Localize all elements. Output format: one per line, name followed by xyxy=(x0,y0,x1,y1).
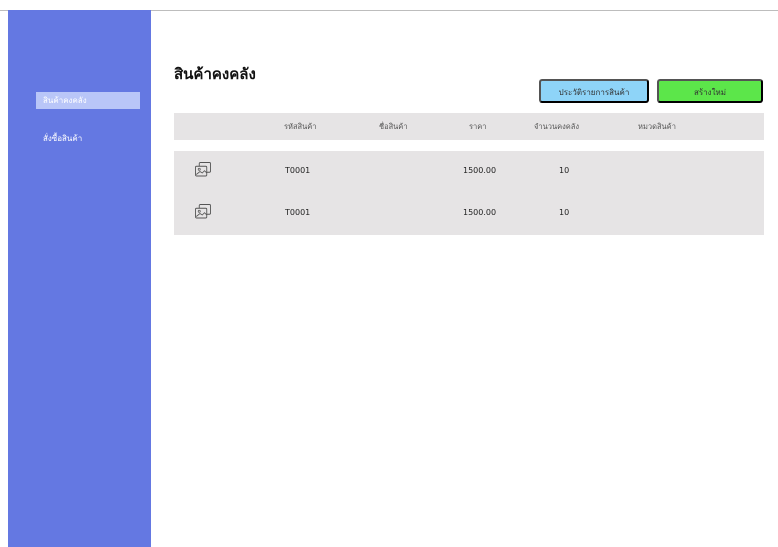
sidebar-item-inventory[interactable]: สินค้าคงคลัง xyxy=(36,92,140,109)
column-header-price: ราคา xyxy=(469,122,487,131)
image-icon xyxy=(195,204,211,219)
column-header-stock: จำนวนคงคลัง xyxy=(534,122,580,131)
image-icon xyxy=(195,162,211,177)
sidebar-item-orders[interactable]: สั่งซื้อสินค้า xyxy=(36,130,140,147)
table-row[interactable]: T0001 1500.00 10 xyxy=(174,151,764,191)
table-row[interactable]: T0001 1500.00 10 xyxy=(174,193,764,233)
product-history-button[interactable]: ประวัติรายการสินค้า xyxy=(539,79,649,103)
sidebar: สินค้าคงคลัง สั่งซื้อสินค้า xyxy=(8,10,151,547)
product-price: 1500.00 xyxy=(463,166,497,175)
table-header: รหัสสินค้า ชื่อสินค้า ราคา จำนวนคงคลัง ห… xyxy=(174,113,764,140)
column-header-product-code: รหัสสินค้า xyxy=(284,122,317,131)
product-price: 1500.00 xyxy=(463,208,497,217)
create-new-button[interactable]: สร้างใหม่ xyxy=(657,79,763,103)
product-stock: 10 xyxy=(559,166,570,175)
column-header-category: หมวดสินค้า xyxy=(638,122,676,131)
column-header-product-name: ชื่อสินค้า xyxy=(379,122,408,131)
product-code: T0001 xyxy=(285,208,311,217)
product-code: T0001 xyxy=(285,166,311,175)
inventory-table: T0001 1500.00 10 T0001 1500.00 10 xyxy=(174,151,764,235)
page-title: สินค้าคงคลัง xyxy=(174,65,256,83)
product-stock: 10 xyxy=(559,208,570,217)
